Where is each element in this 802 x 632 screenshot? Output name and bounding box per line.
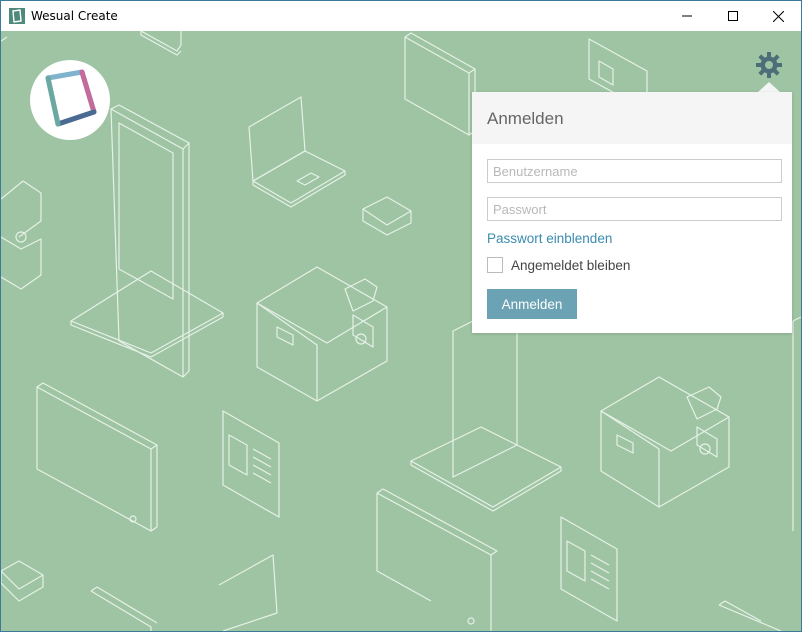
login-title: Anmelden [487, 109, 564, 128]
title-bar[interactable]: Wesual Create [1, 1, 801, 31]
maximize-button[interactable] [710, 1, 756, 31]
app-window: Wesual Create Anmelden Benutzername Pass… [0, 0, 802, 632]
app-icon [9, 8, 25, 24]
password-input[interactable] [487, 197, 782, 221]
close-button[interactable] [755, 1, 801, 31]
remember-me-checkbox[interactable] [487, 257, 503, 273]
login-panel-header: Anmelden [472, 92, 792, 144]
remember-me-label[interactable]: Angemeldet bleiben [511, 258, 630, 273]
close-icon [772, 10, 784, 22]
login-panel-caret [758, 82, 780, 92]
login-button[interactable]: Anmelden [487, 289, 577, 319]
login-panel: Anmelden Passwort einblenden Angemeldet … [472, 92, 792, 333]
window-title: Wesual Create [31, 9, 118, 23]
username-input[interactable] [487, 159, 782, 183]
minimize-icon [682, 15, 692, 17]
logo-icon [45, 69, 97, 127]
maximize-icon [728, 11, 738, 21]
minimize-button[interactable] [664, 1, 710, 31]
app-logo [30, 60, 110, 140]
show-password-link[interactable]: Passwort einblenden [487, 231, 612, 246]
gear-icon[interactable] [756, 52, 782, 78]
